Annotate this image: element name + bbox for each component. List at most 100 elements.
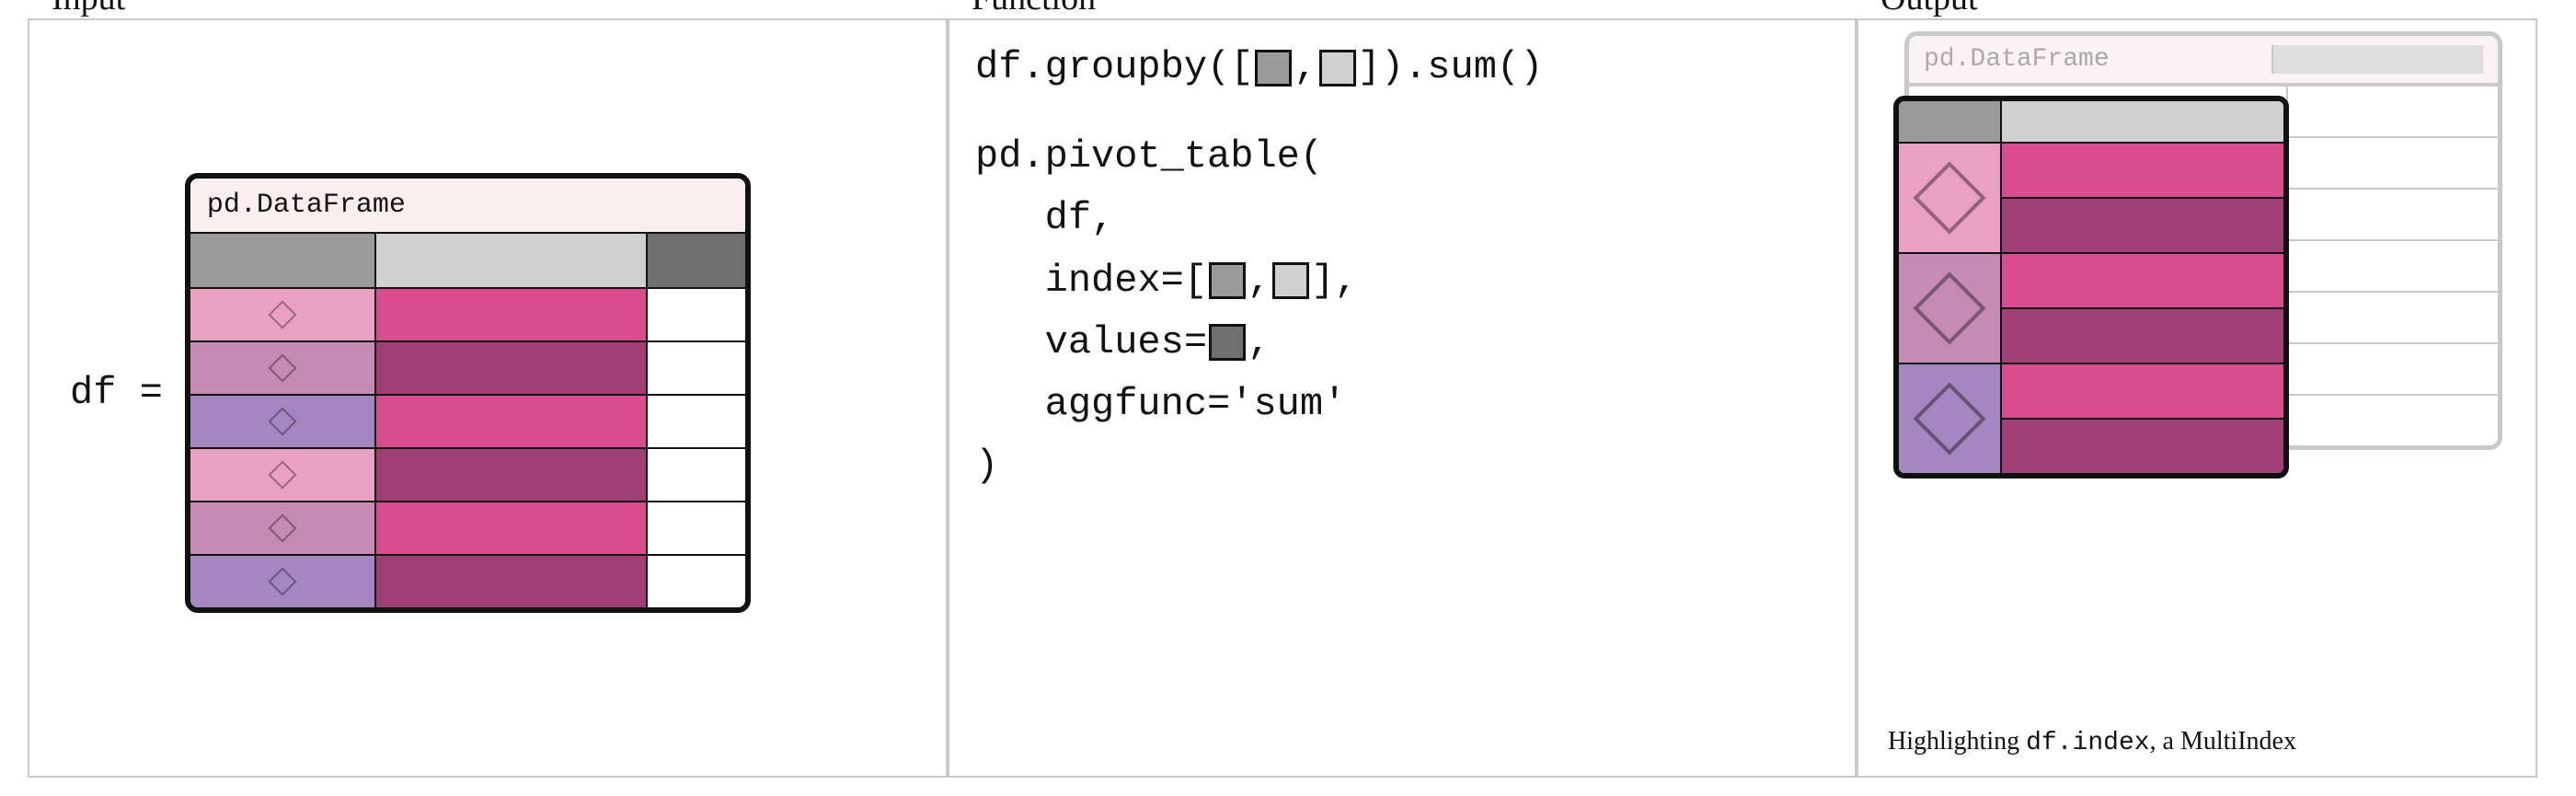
value-cell-blank xyxy=(646,501,745,554)
code-text: pd.pivot_table( xyxy=(975,126,1323,188)
code-text: df, xyxy=(975,188,1114,249)
diamond-icon xyxy=(1913,161,1985,234)
caption-text: , a MultiIndex xyxy=(2150,727,2296,756)
value-cell-blank xyxy=(646,340,745,394)
diamond-icon xyxy=(268,407,296,435)
code-line-values: values= , xyxy=(975,312,1543,374)
column-swatch-mid-icon xyxy=(1209,262,1246,299)
value-cell-blank xyxy=(646,287,745,340)
function-body: df.groupby([ , ]).sum() pd.pivot_table( … xyxy=(972,28,1833,757)
code-text: , xyxy=(1248,250,1271,312)
code-text: ], xyxy=(1311,250,1357,312)
value-cell xyxy=(374,554,646,607)
input-df-header xyxy=(190,234,745,287)
output-group xyxy=(1899,363,2283,473)
output-caption: Highlighting df.index, a MultiIndex xyxy=(1880,716,2302,757)
output-df-title: pd.DataFrame xyxy=(1909,36,2498,85)
input-row xyxy=(190,447,745,501)
code-text: values= xyxy=(975,312,1207,374)
diamond-icon xyxy=(268,353,296,382)
code-line: df, xyxy=(975,188,1543,249)
output-df-title-text: pd.DataFrame xyxy=(1924,45,2271,74)
output-group xyxy=(1899,142,2283,252)
col-header-swatch-mid xyxy=(190,234,374,287)
group-index-cell xyxy=(1899,363,2000,473)
value-cell-blank xyxy=(646,447,745,501)
output-highlight-header xyxy=(1899,101,2283,142)
code-text: ) xyxy=(975,435,998,497)
index-cell xyxy=(190,554,374,607)
code-line: aggfunc='sum' xyxy=(975,374,1543,435)
column-swatch-mid-icon xyxy=(1255,50,1292,87)
column-swatch-dark-icon xyxy=(1209,324,1246,361)
code-line: ) xyxy=(975,435,1543,497)
col-header-swatch-mid xyxy=(1899,101,2000,142)
value-cell xyxy=(374,501,646,554)
value-cell-blank xyxy=(646,394,745,447)
col-header-swatch-light xyxy=(2000,101,2283,142)
output-label: Output xyxy=(1880,0,1989,18)
index-cell xyxy=(190,287,374,340)
group-value-cell xyxy=(2000,418,2283,473)
output-panel: Output pd.DataFrame xyxy=(1857,18,2537,778)
value-cell xyxy=(374,394,646,447)
value-cell-blank xyxy=(646,554,745,607)
group-values xyxy=(2000,252,2283,363)
input-row xyxy=(190,501,745,554)
diamond-icon xyxy=(268,513,296,542)
input-row xyxy=(190,340,745,394)
output-group xyxy=(1899,252,2283,363)
code-text: , xyxy=(1248,312,1271,374)
caption-text: Highlighting xyxy=(1888,727,2026,756)
code-blank-line xyxy=(975,98,1543,126)
index-cell xyxy=(190,394,374,447)
function-code: df.groupby([ , ]).sum() pd.pivot_table( … xyxy=(975,37,1543,497)
output-highlight-multiindex xyxy=(1893,96,2289,479)
col-header-swatch-light xyxy=(374,234,646,287)
code-text: df.groupby([ xyxy=(975,37,1253,98)
diamond-icon xyxy=(268,567,296,595)
output-body: pd.DataFrame xyxy=(1880,28,2513,757)
code-text: ]).sum() xyxy=(1358,37,1544,98)
index-cell xyxy=(190,501,374,554)
group-index-cell xyxy=(1899,142,2000,252)
input-body: df = pd.DataFrame xyxy=(52,28,924,757)
value-cell xyxy=(374,287,646,340)
code-text: , xyxy=(1294,37,1317,98)
input-row xyxy=(190,554,745,607)
input-dataframe: pd.DataFrame xyxy=(185,173,751,613)
caption-code: df.index xyxy=(2026,729,2149,757)
code-line-groupby: df.groupby([ , ]).sum() xyxy=(975,37,1543,98)
function-label: Function xyxy=(972,0,1107,18)
diamond-icon xyxy=(268,460,296,489)
diamond-icon xyxy=(1913,271,1985,344)
group-values xyxy=(2000,363,2283,473)
group-value-cell xyxy=(2000,252,2283,307)
index-cell xyxy=(190,340,374,394)
group-value-cell xyxy=(2000,142,2283,197)
input-label: Input xyxy=(52,0,136,18)
group-values xyxy=(2000,142,2283,252)
code-text: index=[ xyxy=(975,250,1207,312)
input-df-title: pd.DataFrame xyxy=(190,179,745,234)
column-swatch-light-icon xyxy=(1319,50,1356,87)
input-row xyxy=(190,394,745,447)
assign-text: df = xyxy=(70,371,163,415)
output-ghost-header-cell xyxy=(2271,45,2483,74)
column-swatch-light-icon xyxy=(1272,262,1309,299)
diamond-icon xyxy=(1913,382,1985,455)
group-value-cell xyxy=(2000,197,2283,252)
diamond-icon xyxy=(268,300,296,329)
index-cell xyxy=(190,447,374,501)
group-value-cell xyxy=(2000,307,2283,363)
code-line-index: index=[ , ], xyxy=(975,250,1543,312)
input-row xyxy=(190,287,745,340)
col-header-swatch-dark xyxy=(646,234,745,287)
input-panel: Input df = pd.DataFrame xyxy=(28,18,948,778)
value-cell xyxy=(374,340,646,394)
group-value-cell xyxy=(2000,363,2283,418)
code-text: aggfunc='sum' xyxy=(975,374,1346,435)
code-line: pd.pivot_table( xyxy=(975,126,1543,188)
diagram-root: Input df = pd.DataFrame xyxy=(0,0,2576,796)
function-panel: Function df.groupby([ , ]).sum() pd.pivo… xyxy=(948,18,1857,778)
